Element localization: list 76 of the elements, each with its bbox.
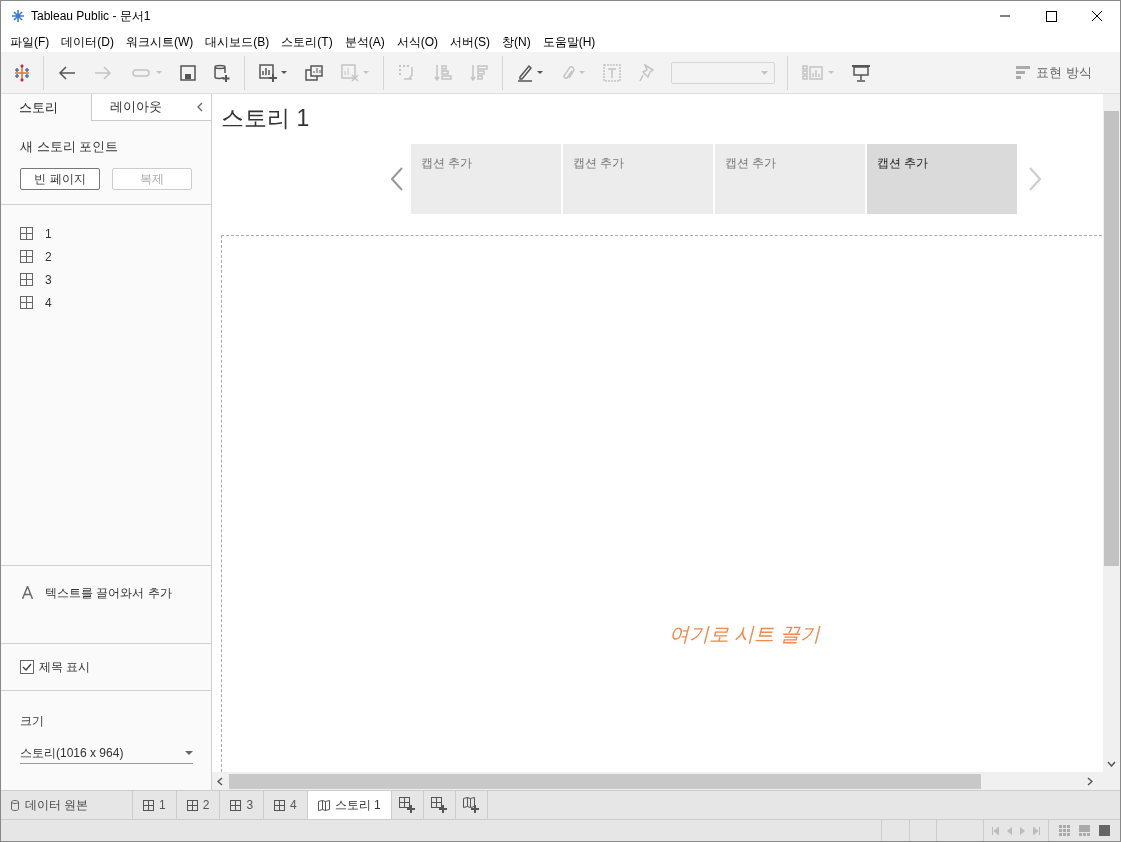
scroll-thumb[interactable] (1104, 111, 1119, 566)
scroll-thumb[interactable] (229, 773, 981, 789)
caret-icon[interactable] (281, 71, 287, 74)
data-source-tab[interactable]: 데이터 원본 (1, 791, 133, 819)
menu-item[interactable]: 분석(A) (338, 32, 391, 51)
size-label: 크기 (20, 713, 45, 730)
worksheet-icon (230, 799, 242, 811)
bar-chart-icon (1016, 66, 1031, 79)
sheet-item[interactable]: 2 (45, 247, 52, 266)
worksheet-icon (143, 799, 154, 811)
chevron-left-icon[interactable] (391, 167, 403, 191)
drop-hint: 여기로 시트 끌기 (668, 622, 821, 647)
filmstrip-view-icon[interactable] (1079, 825, 1090, 836)
caret-icon (761, 70, 768, 75)
chevron-right-icon[interactable] (1087, 776, 1093, 786)
chevron-left-icon[interactable] (197, 102, 203, 112)
chevron-down-icon[interactable] (1107, 761, 1116, 767)
previous-page-icon[interactable] (1007, 826, 1012, 835)
checkbox[interactable] (20, 660, 34, 674)
checkbox-label: 제목 표시 (39, 659, 91, 676)
next-page-icon[interactable] (1020, 826, 1025, 835)
menu-item[interactable]: 대시보드(B) (199, 32, 276, 51)
app-icon (11, 9, 25, 23)
database-icon (11, 799, 19, 811)
worksheet-icon (274, 799, 286, 811)
highlighter-icon[interactable] (517, 63, 533, 82)
new-chart-icon[interactable] (259, 63, 277, 82)
caret-icon (185, 750, 193, 755)
menu-item[interactable]: 서식(O) (390, 32, 444, 51)
panel-tab[interactable]: 레이아웃 (91, 94, 181, 121)
sheet-item[interactable]: 3 (45, 270, 52, 289)
sheet-tab[interactable]: 4 (264, 791, 308, 819)
caret-icon[interactable] (537, 71, 543, 74)
size-dropdown[interactable]: 스토리(1016 x 964) (20, 742, 193, 764)
toolbar-button[interactable] (257, 61, 289, 84)
panel-button[interactable]: 빈 페이지 (20, 167, 100, 190)
sheet-tab[interactable]: 스토리 1 (307, 791, 392, 819)
story-title: 스토리 1 (221, 104, 311, 132)
menu-item[interactable]: 스토리(T) (275, 32, 339, 51)
sheet-tab[interactable]: 3 (220, 791, 265, 819)
grid-view-icon[interactable] (1059, 825, 1070, 836)
worksheet-icon (20, 296, 33, 309)
story-point[interactable]: 캡션 추가 (411, 144, 561, 214)
menu-item[interactable]: 도움말(H) (536, 32, 602, 51)
sheet-item[interactable]: 1 (45, 224, 52, 243)
menu-item[interactable]: 데이터(D) (55, 32, 120, 51)
story-point[interactable]: 캡션 추가 (715, 144, 865, 214)
sheet-tab[interactable]: 1 (133, 791, 177, 819)
worksheet-icon (186, 799, 198, 811)
book-icon (317, 799, 330, 811)
menu-item[interactable]: 워크시트(W) (120, 32, 200, 51)
show-me-button[interactable]: 표현 방식 (1016, 62, 1092, 83)
chevron-left-icon[interactable] (217, 776, 223, 786)
last-page-icon[interactable] (1033, 826, 1040, 835)
window-title: Tableau Public - 문서1 (31, 8, 151, 25)
sheet-tab[interactable]: 2 (176, 791, 221, 819)
new-worksheet-icon[interactable] (399, 797, 416, 813)
single-view-icon[interactable] (1099, 825, 1110, 836)
first-page-icon[interactable] (992, 826, 999, 835)
horizontal-scrollbar[interactable] (212, 772, 1120, 790)
new-dashboard-icon[interactable] (431, 797, 448, 813)
new-story-icon[interactable] (463, 797, 480, 813)
worksheet-icon (20, 250, 33, 263)
text-object-item[interactable]: 텍스트를 끌어와서 추가 (45, 584, 172, 602)
worksheet-icon (20, 227, 33, 240)
logo-icon (13, 63, 31, 82)
section-title: 새 스토리 포인트 (20, 138, 120, 156)
menu-item[interactable]: 파일(F) (4, 32, 56, 51)
vertical-scrollbar[interactable] (1103, 94, 1120, 772)
worksheet-icon (20, 273, 33, 286)
menu-item[interactable]: 창(N) (496, 32, 537, 51)
story-point[interactable]: 캡션 추가 (563, 144, 713, 214)
story-point[interactable]: 캡션 추가 (867, 144, 1017, 214)
menu-item[interactable]: 서버(S) (444, 32, 496, 51)
sheet-item[interactable]: 4 (45, 293, 52, 312)
text-object-icon (22, 586, 33, 599)
